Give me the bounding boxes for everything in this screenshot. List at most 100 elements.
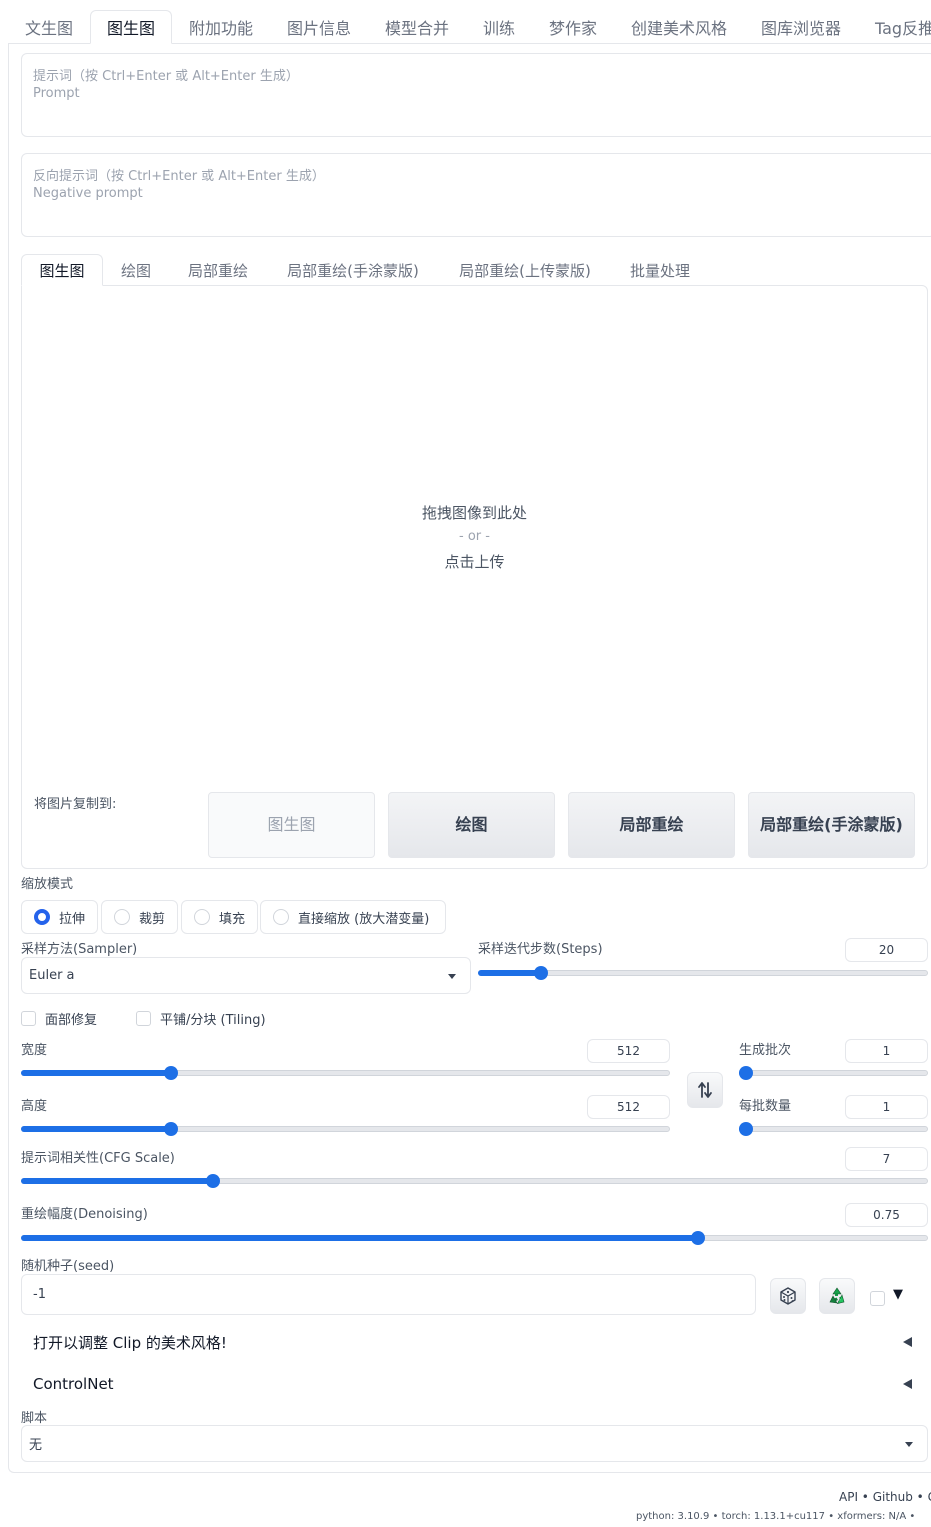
- slider-thumb[interactable]: [739, 1122, 753, 1136]
- batch-count-number-input[interactable]: 1: [845, 1039, 928, 1063]
- cfg-scale-label: 提示词相关性(CFG Scale): [21, 1151, 175, 1166]
- tab-dreamwriter[interactable]: 梦作家: [536, 10, 610, 44]
- or-text: - or -: [459, 529, 490, 544]
- negative-prompt-placeholder: Negative prompt: [33, 186, 143, 201]
- checkbox-box[interactable]: [136, 1011, 151, 1026]
- sampler-select[interactable]: Euler a: [21, 957, 471, 994]
- click-upload-text[interactable]: 点击上传: [21, 551, 928, 572]
- prompt-textarea[interactable]: 提示词（按 Ctrl+Enter 或 Alt+Enter 生成） Prompt: [21, 53, 931, 137]
- caret-left-icon: [903, 1379, 912, 1389]
- copy-to-inpaint-button[interactable]: 局部重绘: [568, 792, 735, 858]
- sampler-value: Euler a: [29, 968, 75, 983]
- dice-icon: [780, 1287, 796, 1305]
- slider-fill: [21, 1178, 213, 1184]
- tab-png-info[interactable]: 图片信息: [274, 10, 364, 44]
- cfg-scale-number-input[interactable]: 7: [845, 1147, 928, 1171]
- resize-option-label: 拉伸: [59, 911, 86, 927]
- recycle-icon: [829, 1287, 845, 1304]
- accordion-label: ControlNet: [33, 1375, 114, 1393]
- tab-img2img[interactable]: 图生图: [90, 10, 172, 44]
- script-value: 无: [29, 1438, 43, 1453]
- slider-thumb[interactable]: [690, 1231, 705, 1245]
- width-label: 宽度: [21, 1043, 48, 1058]
- sampler-label: 采样方法(Sampler): [21, 942, 138, 957]
- script-select[interactable]: 无: [21, 1425, 928, 1462]
- subtab-batch[interactable]: 批量处理: [616, 254, 704, 286]
- tab-model-merge[interactable]: 模型合并: [372, 10, 462, 44]
- negative-prompt-label: 反向提示词（按 Ctrl+Enter 或 Alt+Enter 生成）: [33, 169, 325, 184]
- resize-option-fill[interactable]: 填充: [181, 900, 258, 934]
- seed-label: 随机种子(seed): [21, 1259, 115, 1274]
- height-label: 高度: [21, 1099, 48, 1114]
- height-number-input[interactable]: 512: [587, 1095, 670, 1119]
- slider-thumb[interactable]: [164, 1122, 179, 1136]
- tiling-label: 平铺/分块 (Tiling): [160, 1013, 266, 1028]
- prompt-label: 提示词（按 Ctrl+Enter 或 Alt+Enter 生成）: [33, 69, 299, 84]
- top-tab-bar: 文生图 图生图 附加功能 图片信息 模型合并 训练 梦作家 创建美术风格 图库浏…: [0, 0, 931, 44]
- controlnet-accordion[interactable]: ControlNet: [21, 1365, 928, 1403]
- face-restore-checkbox[interactable]: 面部修复: [21, 1009, 97, 1028]
- face-restore-label: 面部修复: [45, 1013, 98, 1028]
- height-slider[interactable]: [21, 1121, 670, 1137]
- steps-number-input[interactable]: 20: [845, 938, 928, 962]
- tab-tagger[interactable]: Tag反推: [864, 10, 931, 44]
- slider-thumb[interactable]: [533, 966, 548, 980]
- slider-thumb[interactable]: [205, 1174, 220, 1188]
- copy-to-inpaint-sketch-button[interactable]: 局部重绘(手涂蒙版): [748, 792, 915, 858]
- resize-mode-label: 缩放模式: [21, 877, 74, 892]
- resize-option-label: 填充: [219, 911, 246, 927]
- tiling-checkbox[interactable]: 平铺/分块 (Tiling): [136, 1009, 266, 1028]
- copy-to-label: 将图片复制到:: [34, 797, 117, 812]
- copy-to-img2img-button[interactable]: 图生图: [208, 792, 375, 858]
- resize-option-latent[interactable]: 直接缩放 (放大潜变量): [260, 900, 446, 934]
- swap-dimensions-button[interactable]: [687, 1072, 723, 1108]
- width-number-input[interactable]: 512: [587, 1039, 670, 1063]
- slider-fill: [21, 1070, 172, 1076]
- subtab-inpaint-sketch[interactable]: 局部重绘(手涂蒙版): [272, 254, 434, 286]
- random-seed-button[interactable]: [770, 1278, 806, 1314]
- batch-count-slider[interactable]: [739, 1065, 928, 1081]
- resize-option-label: 裁剪: [139, 911, 166, 927]
- chevron-down-icon: [448, 973, 456, 979]
- drop-text: 拖拽图像到此处: [421, 504, 527, 522]
- reuse-seed-button[interactable]: [819, 1278, 855, 1314]
- slider-thumb[interactable]: [739, 1066, 753, 1080]
- seed-extra-toggle[interactable]: ▼: [893, 1287, 903, 1302]
- steps-slider[interactable]: [478, 965, 928, 981]
- resize-option-crop[interactable]: 裁剪: [101, 900, 178, 934]
- steps-label: 采样迭代步数(Steps): [478, 942, 603, 957]
- negative-prompt-textarea[interactable]: 反向提示词（按 Ctrl+Enter 或 Alt+Enter 生成） Negat…: [21, 153, 931, 237]
- subtab-img2img[interactable]: 图生图: [21, 254, 103, 286]
- radio-unchecked-icon: [114, 909, 130, 925]
- tab-train[interactable]: 训练: [470, 10, 528, 44]
- footer-links[interactable]: API • Github • G: [839, 1490, 931, 1504]
- tab-extras[interactable]: 附加功能: [176, 10, 266, 44]
- slider-track: [739, 1126, 928, 1132]
- checkbox-box[interactable]: [21, 1011, 36, 1026]
- subtab-sketch[interactable]: 绘图: [106, 254, 166, 286]
- cfg-scale-slider[interactable]: [21, 1173, 928, 1189]
- subtab-inpaint-upload[interactable]: 局部重绘(上传蒙版): [444, 254, 606, 286]
- chevron-down-icon: [905, 1441, 913, 1447]
- copy-to-sketch-button[interactable]: 绘图: [388, 792, 555, 858]
- radio-checked-icon: [34, 909, 50, 925]
- seed-input[interactable]: -1: [21, 1274, 756, 1315]
- slider-thumb[interactable]: [164, 1066, 179, 1080]
- tab-create-aesthetic[interactable]: 创建美术风格: [620, 10, 738, 44]
- resize-option-stretch[interactable]: 拉伸: [21, 900, 98, 934]
- denoising-slider[interactable]: [21, 1230, 928, 1246]
- footer-versions: python: 3.10.9 • torch: 1.13.1+cu117 • x…: [636, 1511, 916, 1522]
- slider-fill: [21, 1235, 698, 1241]
- slider-fill: [478, 970, 541, 976]
- batch-size-slider[interactable]: [739, 1121, 928, 1137]
- width-slider[interactable]: [21, 1065, 670, 1081]
- accordion-label: 打开以调整 Clip 的美术风格!: [33, 1333, 227, 1352]
- script-label: 脚本: [21, 1411, 48, 1426]
- clip-aesthetic-accordion[interactable]: 打开以调整 Clip 的美术风格!: [21, 1323, 928, 1361]
- tab-image-browser[interactable]: 图库浏览器: [748, 10, 854, 44]
- batch-size-number-input[interactable]: 1: [845, 1095, 928, 1119]
- seed-extra-checkbox[interactable]: [870, 1291, 885, 1306]
- subtab-inpaint[interactable]: 局部重绘: [174, 254, 262, 286]
- denoising-number-input[interactable]: 0.75: [845, 1203, 928, 1227]
- tab-txt2img[interactable]: 文生图: [10, 10, 88, 44]
